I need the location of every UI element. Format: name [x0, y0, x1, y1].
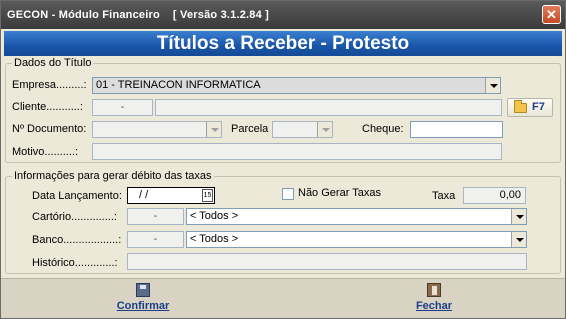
taxa-label: Taxa [432, 190, 456, 202]
dados-titulo-legend: Dados do Título [12, 57, 94, 69]
action-bar: Confirmar Fechar [1, 278, 565, 318]
banco-dropdown-arrow-icon[interactable] [511, 232, 526, 247]
cliente-code-field[interactable]: - [92, 99, 153, 116]
empresa-label: Empresa.........: [12, 79, 87, 91]
close-window-button[interactable]: ✕ [542, 5, 561, 24]
save-icon [136, 283, 150, 297]
cartorio-label: Cartório..............: [32, 211, 117, 223]
data-lancamento-value: / / [139, 189, 149, 201]
cliente-name-field[interactable] [155, 99, 502, 116]
app-window: GECON - Módulo Financeiro [ Versão 3.1.2… [0, 0, 566, 319]
window-title: GECON - Módulo Financeiro [ Versão 3.1.2… [7, 9, 270, 21]
taxa-field[interactable]: 0,00 [463, 187, 526, 204]
title-bar[interactable]: GECON - Módulo Financeiro [ Versão 3.1.2… [1, 1, 565, 29]
empresa-select[interactable]: 01 - TREINACON INFORMATICA [92, 77, 501, 94]
historico-label: Histórico.............: [32, 257, 118, 269]
banco-code-field[interactable]: - [127, 231, 184, 248]
cheque-label: Cheque: [362, 123, 404, 135]
f7-label: F7 [532, 101, 545, 113]
motivo-label: Motivo..........: [12, 146, 79, 158]
confirmar-button[interactable]: Confirmar [113, 283, 173, 317]
cheque-field[interactable] [410, 121, 503, 138]
taxas-legend: Informações para gerar débito das taxas [12, 170, 214, 182]
calendar-icon[interactable]: 15 [202, 189, 213, 202]
parcela-select[interactable] [272, 121, 333, 138]
data-lancamento-label: Data Lançamento: [32, 190, 122, 202]
banco-label: Banco..................: [32, 234, 122, 246]
empresa-value: 01 - TREINACON INFORMATICA [96, 79, 261, 91]
documento-label: Nº Documento: [12, 123, 87, 135]
documento-select[interactable] [92, 121, 222, 138]
cartorio-code-field[interactable]: - [127, 208, 184, 225]
page-title: Títulos a Receber - Protesto [4, 31, 562, 56]
data-lancamento-field[interactable]: / / 15 [127, 187, 215, 204]
banco-value: < Todos > [190, 233, 239, 245]
historico-field[interactable] [127, 253, 527, 270]
confirmar-label: Confirmar [116, 300, 170, 312]
cartorio-value: < Todos > [190, 210, 239, 222]
cliente-label: Cliente...........: [12, 101, 83, 113]
exit-door-icon [427, 283, 441, 297]
nao-gerar-taxas-checkbox[interactable] [282, 188, 294, 200]
documento-dropdown-arrow-icon[interactable] [206, 122, 221, 137]
motivo-field[interactable] [92, 143, 502, 160]
parcela-label: Parcela [231, 123, 269, 135]
fechar-button[interactable]: Fechar [404, 283, 464, 317]
cartorio-dropdown-arrow-icon[interactable] [511, 209, 526, 224]
nao-gerar-taxas-label: Não Gerar Taxas [298, 187, 381, 199]
fechar-label: Fechar [415, 300, 453, 312]
f7-search-button[interactable]: F7 [507, 98, 553, 117]
parcela-dropdown-arrow-icon[interactable] [317, 122, 332, 137]
banco-select[interactable]: < Todos > [186, 231, 527, 248]
cartorio-select[interactable]: < Todos > [186, 208, 527, 225]
folder-icon [514, 100, 527, 113]
empresa-dropdown-arrow-icon[interactable] [485, 78, 500, 93]
